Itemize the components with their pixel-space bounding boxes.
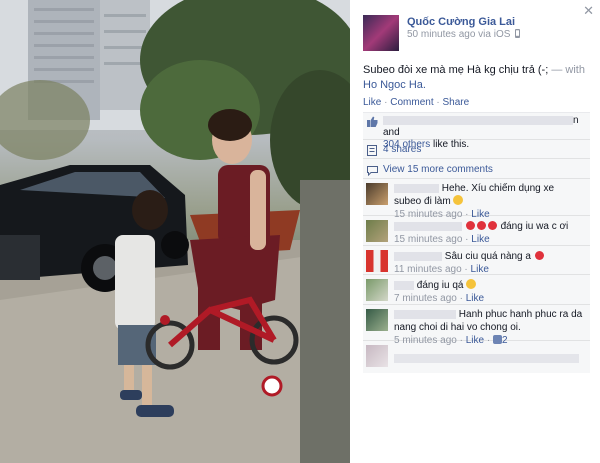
more-comments-row: View 15 more comments: [363, 159, 590, 179]
viewer-avatar: [366, 345, 388, 367]
shares-link[interactable]: 4 shares: [383, 144, 421, 155]
comment-item: Hanh phuc hanh phuc ra da nang choi di h…: [363, 305, 590, 346]
photo-illustration: [0, 0, 350, 463]
comment-body: đáng iu wa c ơi 15 minutes ago · Like: [394, 221, 569, 245]
commenter-avatar[interactable]: [366, 183, 388, 205]
thumbs-up-icon: [367, 116, 378, 127]
with-label: — with: [551, 64, 585, 76]
smile-emoji-icon: [453, 195, 464, 205]
author-avatar[interactable]: [363, 15, 399, 51]
comment-text: đáng iu qá: [416, 280, 464, 291]
comment-body: đáng iu qá 7 minutes ago · Like: [394, 279, 485, 304]
post-actions: Like · Comment · Share: [363, 97, 469, 108]
tagged-person-link[interactable]: Ho Ngoc Ha.: [363, 79, 426, 91]
caption-text: Subeo đòi xe mà mẹ Hà kg chịu trả (-;: [363, 64, 552, 76]
comment-item: đáng iu qá 7 minutes ago · Like: [363, 275, 590, 305]
likes-summary: n and 304 others like this.: [363, 113, 590, 150]
comment-text: Sâu ciu quá nàng a: [444, 251, 531, 262]
heart-icon: [465, 221, 475, 230]
mobile-icon: [515, 29, 521, 38]
post-caption: Subeo đòi xe mà mẹ Hà kg chịu trả (-; — …: [363, 63, 591, 93]
separator: ·: [381, 97, 391, 108]
commenter-avatar[interactable]: [366, 250, 388, 272]
comment-link[interactable]: Comment: [390, 97, 433, 108]
shares-row: 4 shares: [363, 140, 590, 159]
feedback-box: n and 304 others like this. 4 shares Vie…: [363, 112, 590, 373]
redacted-name[interactable]: [394, 221, 462, 231]
comment-body: Sâu ciu quá nàng a 11 minutes ago · Like: [394, 250, 584, 276]
commenter-avatar[interactable]: [366, 220, 388, 242]
comment-item: Sâu ciu quá nàng a 11 minutes ago · Like: [363, 246, 590, 275]
comment-like-link[interactable]: Like: [471, 264, 489, 275]
comment-bubble-icon: [367, 166, 378, 176]
redacted-name[interactable]: [394, 251, 442, 261]
author-name[interactable]: Quốc Cường Gia Lai: [407, 16, 515, 28]
comment-time[interactable]: 7 minutes ago: [394, 293, 457, 304]
smile-emoji-icon: [466, 279, 477, 289]
comment-item: đáng iu wa c ơi 15 minutes ago · Like: [363, 216, 590, 246]
post-header: Quốc Cường Gia Lai 50 minutes ago via iO…: [363, 15, 588, 51]
heart-icon: [534, 251, 544, 260]
comment-text: đáng iu wa c ơi: [500, 221, 569, 232]
redacted-composer[interactable]: [394, 353, 579, 363]
comment-like-link[interactable]: Like: [466, 293, 484, 304]
like-link[interactable]: Like: [363, 97, 381, 108]
heart-icon: [487, 221, 497, 230]
heart-icon: [476, 221, 486, 230]
redacted-name[interactable]: [394, 280, 414, 290]
post-photo[interactable]: [0, 0, 350, 463]
separator: ·: [433, 97, 443, 108]
redacted-name[interactable]: [394, 183, 439, 193]
post-time[interactable]: 50 minutes ago via iOS: [407, 29, 522, 40]
view-more-comments-link[interactable]: View 15 more comments: [383, 164, 493, 175]
comment-item: Hehe. Xíu chiếm dụng xe subeo đi làm 15 …: [363, 179, 590, 220]
redacted-name[interactable]: [394, 309, 456, 319]
write-comment-row: [363, 341, 590, 373]
comment-time[interactable]: 15 minutes ago: [394, 234, 462, 245]
comment-time[interactable]: 11 minutes ago: [394, 264, 462, 275]
redacted-names: [383, 115, 573, 125]
share-link[interactable]: Share: [443, 97, 470, 108]
commenter-avatar[interactable]: [366, 309, 388, 331]
comment-like-link[interactable]: Like: [471, 234, 489, 245]
comment-composer[interactable]: [394, 352, 584, 365]
post-time-text[interactable]: 50 minutes ago via iOS: [407, 29, 510, 40]
share-icon: [367, 145, 377, 156]
commenter-avatar[interactable]: [366, 279, 388, 301]
